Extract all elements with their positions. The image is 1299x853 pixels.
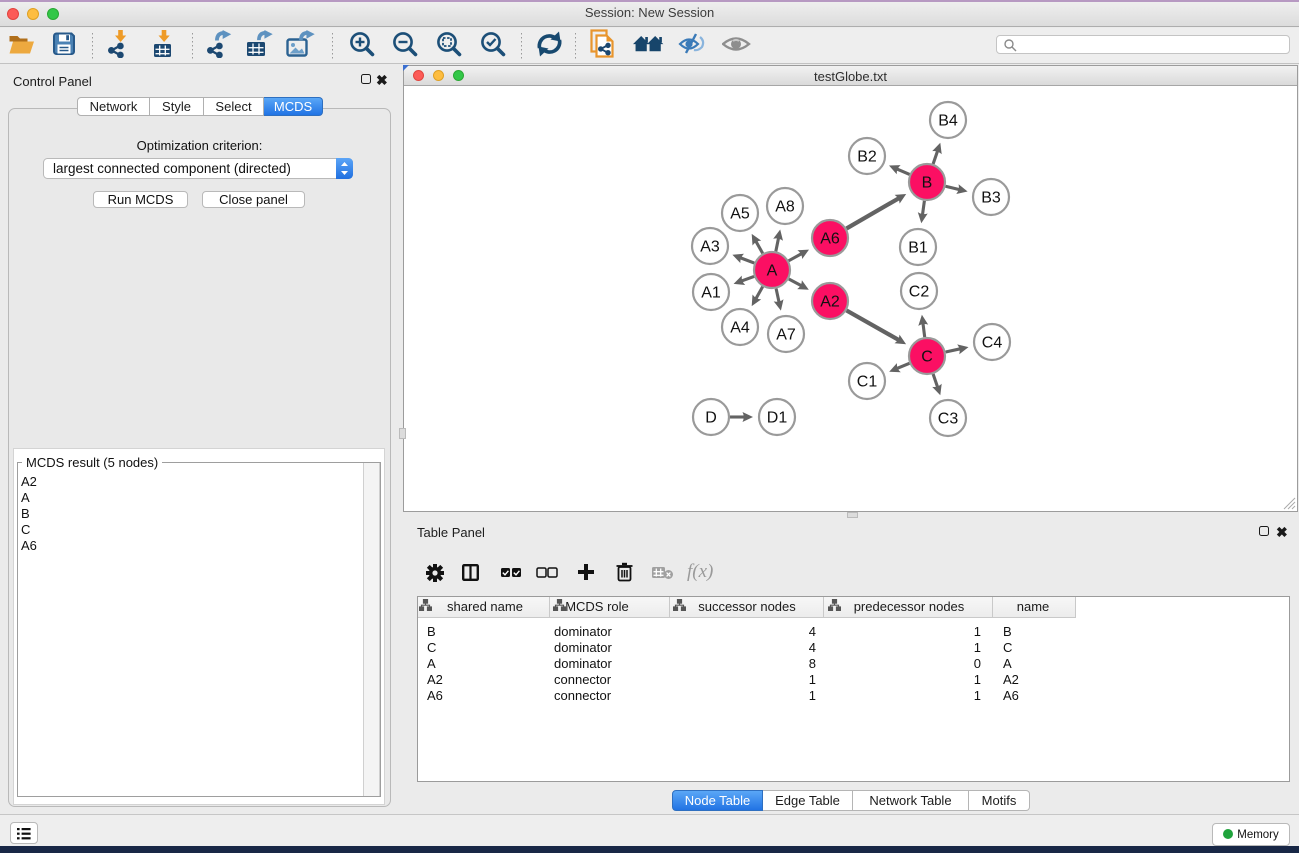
svg-text:C2: C2 [909, 284, 930, 301]
svg-text:A2: A2 [820, 294, 840, 311]
svg-text:C3: C3 [938, 411, 959, 428]
svg-text:B3: B3 [981, 190, 1001, 207]
svg-text:B: B [922, 175, 933, 192]
svg-text:C: C [921, 349, 933, 366]
svg-text:A8: A8 [775, 199, 795, 216]
svg-text:A1: A1 [701, 285, 721, 302]
svg-text:A6: A6 [820, 231, 840, 248]
svg-text:A3: A3 [700, 239, 720, 256]
svg-text:D: D [705, 410, 717, 427]
svg-text:B1: B1 [908, 240, 928, 257]
svg-text:A5: A5 [730, 206, 750, 223]
svg-text:C4: C4 [982, 335, 1003, 352]
svg-text:A7: A7 [776, 327, 796, 344]
svg-text:B2: B2 [857, 149, 877, 166]
svg-text:A4: A4 [730, 320, 750, 337]
svg-text:D1: D1 [767, 410, 788, 427]
svg-text:A: A [767, 263, 778, 280]
svg-text:C1: C1 [857, 374, 878, 391]
svg-text:B4: B4 [938, 113, 958, 130]
